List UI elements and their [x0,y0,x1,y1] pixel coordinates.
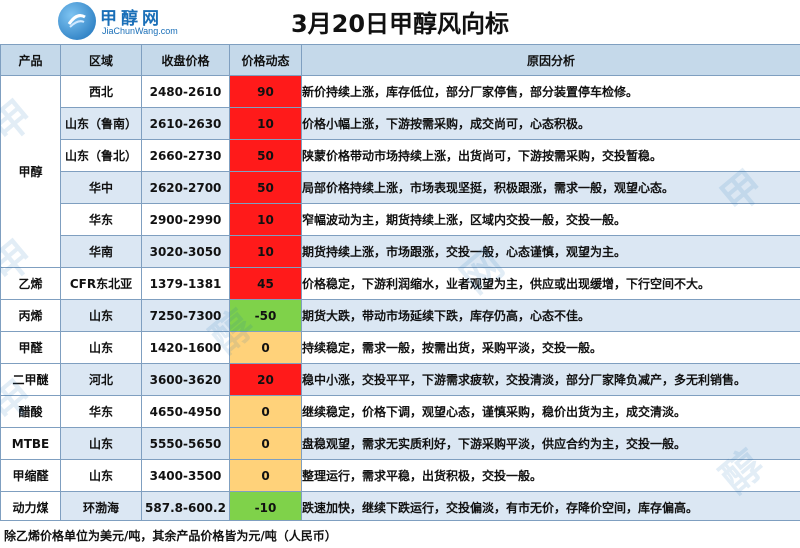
region-cell: 华南 [61,236,142,268]
price-cell: 7250-7300 [142,300,230,332]
region-cell: 西北 [61,76,142,108]
footer: 除乙烯价格单位为美元/吨，其余产品价格皆为元/吨（人民币） [0,520,800,548]
change-cell: 50 [230,172,302,204]
region-cell: 华东 [61,396,142,428]
product-cell: 乙烯 [1,268,61,300]
change-cell: 0 [230,460,302,492]
reason-cell: 跌速加快，继续下跌运行，交投偏淡，有市无价，存降价空间，库存偏高。 [302,492,800,524]
product-cell: 甲缩醛 [1,460,61,492]
change-cell: 45 [230,268,302,300]
table-body: 甲醇西北2480-261090新价持续上涨，库存低位，部分厂家停售，部分装置停车… [1,76,800,524]
table-row: 山东（鲁北）2660-273050陕蒙价格带动市场持续上涨，出货尚可，下游按需采… [1,140,800,172]
page: 甲醇网 JiaChunWang.com 3月20日甲醇风向标 产品 区域 收盘价… [0,0,800,547]
change-cell: -10 [230,492,302,524]
reason-cell: 陕蒙价格带动市场持续上涨，出货尚可，下游按需采购，交投暂稳。 [302,140,800,172]
column-header-region: 区域 [61,45,142,76]
table-row: 醋酸华东4650-49500继续稳定，价格下调，观望心态，谨慎采购，稳价出货为主… [1,396,800,428]
change-cell: 0 [230,428,302,460]
product-cell: 二甲醚 [1,364,61,396]
column-header-product: 产品 [1,45,61,76]
region-cell: CFR东北亚 [61,268,142,300]
reason-cell: 价格小幅上涨，下游按需采购，成交尚可，心态积极。 [302,108,800,140]
table-row: 丙烯山东7250-7300-50期货大跌，带动市场延续下跌，库存仍高，心态不佳。 [1,300,800,332]
table-row: 动力煤环渤海587.8-600.2-10跌速加快，继续下跌运行，交投偏淡，有市无… [1,492,800,524]
price-cell: 4650-4950 [142,396,230,428]
column-header-price: 收盘价格 [142,45,230,76]
reason-cell: 新价持续上涨，库存低位，部分厂家停售，部分装置停车检修。 [302,76,800,108]
table-row: 华东2900-299010窄幅波动为主，期货持续上涨，区域内交投一般，交投一般。 [1,204,800,236]
table-row: 甲醇西北2480-261090新价持续上涨，库存低位，部分厂家停售，部分装置停车… [1,76,800,108]
change-cell: 10 [230,236,302,268]
region-cell: 山东（鲁北） [61,140,142,172]
region-cell: 河北 [61,364,142,396]
change-cell: 10 [230,204,302,236]
region-cell: 山东 [61,300,142,332]
table-row: MTBE山东5550-56500盘稳观望，需求无实质利好，下游采购平淡，供应合约… [1,428,800,460]
header: 甲醇网 JiaChunWang.com 3月20日甲醇风向标 [0,0,800,44]
table-row: 二甲醚河北3600-362020稳中小涨，交投平平，下游需求疲软，交投清淡，部分… [1,364,800,396]
page-title: 3月20日甲醇风向标 [0,4,800,39]
region-cell: 山东 [61,460,142,492]
product-cell: 动力煤 [1,492,61,524]
change-cell: 90 [230,76,302,108]
change-cell: 20 [230,364,302,396]
price-cell: 2660-2730 [142,140,230,172]
price-table: 产品 区域 收盘价格 价格动态 原因分析 甲醇西北2480-261090新价持续… [0,44,800,524]
table-row: 乙烯CFR东北亚1379-138145价格稳定，下游利润缩水，业者观望为主，供应… [1,268,800,300]
region-cell: 环渤海 [61,492,142,524]
change-cell: 50 [230,140,302,172]
region-cell: 山东 [61,332,142,364]
reason-cell: 期货持续上涨，市场跟涨，交投一般，心态谨慎，观望为主。 [302,236,800,268]
reason-cell: 价格稳定，下游利润缩水，业者观望为主，供应或出现缓增，下行空间不大。 [302,268,800,300]
change-cell: 0 [230,332,302,364]
table-row: 山东（鲁南）2610-263010价格小幅上涨，下游按需采购，成交尚可，心态积极… [1,108,800,140]
reason-cell: 局部价格持续上涨，市场表现坚挺，积极跟涨，需求一般，观望心态。 [302,172,800,204]
price-cell: 2900-2990 [142,204,230,236]
price-cell: 3020-3050 [142,236,230,268]
reason-cell: 稳中小涨，交投平平，下游需求疲软，交投清淡，部分厂家降负减产，多无利销售。 [302,364,800,396]
reason-cell: 继续稳定，价格下调，观望心态，谨慎采购，稳价出货为主，成交清淡。 [302,396,800,428]
reason-cell: 期货大跌，带动市场延续下跌，库存仍高，心态不佳。 [302,300,800,332]
product-cell: MTBE [1,428,61,460]
table-header-row: 产品 区域 收盘价格 价格动态 原因分析 [1,45,800,76]
footer-note: 除乙烯价格单位为美元/吨，其余产品价格皆为元/吨（人民币） [4,527,337,544]
product-cell-methanol: 甲醇 [1,76,61,268]
region-cell: 山东 [61,428,142,460]
product-cell: 丙烯 [1,300,61,332]
price-cell: 1379-1381 [142,268,230,300]
region-cell: 华中 [61,172,142,204]
change-cell: 10 [230,108,302,140]
price-cell: 5550-5650 [142,428,230,460]
price-cell: 2610-2630 [142,108,230,140]
reason-cell: 持续稳定，需求一般，按需出货，采购平淡，交投一般。 [302,332,800,364]
table-row: 甲缩醛山东3400-35000整理运行，需求平稳，出货积极，交投一般。 [1,460,800,492]
reason-cell: 盘稳观望，需求无实质利好，下游采购平淡，供应合约为主，交投一般。 [302,428,800,460]
price-cell: 1420-1600 [142,332,230,364]
reason-cell: 窄幅波动为主，期货持续上涨，区域内交投一般，交投一般。 [302,204,800,236]
change-cell: -50 [230,300,302,332]
table-row: 华南3020-305010期货持续上涨，市场跟涨，交投一般，心态谨慎，观望为主。 [1,236,800,268]
reason-cell: 整理运行，需求平稳，出货积极，交投一般。 [302,460,800,492]
change-cell: 0 [230,396,302,428]
product-cell: 甲醛 [1,332,61,364]
column-header-reason: 原因分析 [302,45,800,76]
price-cell: 2480-2610 [142,76,230,108]
region-cell: 华东 [61,204,142,236]
price-cell: 587.8-600.2 [142,492,230,524]
table-row: 甲醛山东1420-16000持续稳定，需求一般，按需出货，采购平淡，交投一般。 [1,332,800,364]
price-cell: 3600-3620 [142,364,230,396]
column-header-change: 价格动态 [230,45,302,76]
price-cell: 3400-3500 [142,460,230,492]
price-cell: 2620-2700 [142,172,230,204]
region-cell: 山东（鲁南） [61,108,142,140]
product-cell: 醋酸 [1,396,61,428]
table-row: 华中2620-270050局部价格持续上涨，市场表现坚挺，积极跟涨，需求一般，观… [1,172,800,204]
